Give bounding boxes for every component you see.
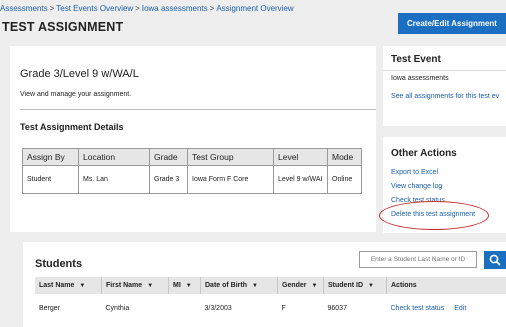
col-last-name[interactable]: Last Name ▼ — [35, 277, 102, 294]
col-label: Last Name — [39, 282, 75, 289]
col-grade: Grade — [149, 148, 188, 166]
create-edit-assignment-button[interactable]: Create/Edit Assignment — [398, 13, 506, 34]
cell-assign-by: Student — [22, 165, 79, 194]
col-actions: Actions — [386, 277, 506, 294]
col-mi[interactable]: MI ▼ — [168, 277, 201, 294]
search-button[interactable] — [484, 251, 506, 269]
col-label: First Name — [106, 282, 143, 289]
cell-last-name: Berger — [39, 304, 61, 312]
col-level: Level — [273, 148, 328, 166]
col-date-of-birth[interactable]: Date of Birth ▼ — [200, 277, 278, 294]
check-test-status-row-link[interactable]: Check test status — [391, 305, 445, 312]
col-label: Date of Birth — [205, 282, 247, 289]
page-title: TEST ASSIGNMENT — [2, 20, 124, 34]
divider — [20, 109, 376, 110]
breadcrumb-iowa-assessments[interactable]: Iowa assessments — [142, 4, 208, 13]
test-event-card: Test Event Iowa assessments See all assi… — [383, 46, 506, 126]
table-row: Berger Cynthia 3/3/2003 F 96037 Check te… — [35, 294, 506, 322]
col-first-name[interactable]: First Name ▼ — [101, 277, 169, 294]
assignment-card: Grade 3/Level 9 w/WA/L View and manage y… — [10, 46, 376, 232]
breadcrumb-assessments[interactable]: Assessments — [0, 4, 48, 13]
col-assign-by: Assign By — [22, 148, 79, 166]
student-search-input[interactable] — [359, 251, 477, 268]
assignment-description: View and manage your assignment. — [20, 91, 132, 98]
assignment-title: Grade 3/Level 9 w/WA/L — [20, 68, 139, 80]
col-label: Student ID — [328, 282, 363, 289]
sort-down-icon: ▼ — [147, 283, 154, 289]
table-row: Student Ms. Lan Grade 3 Iowa Form F Core… — [22, 165, 362, 194]
col-location: Location — [78, 148, 150, 166]
students-table: Last Name ▼ First Name ▼ MI ▼ Date of Birth… — [35, 277, 506, 322]
sort-down-icon: ▼ — [311, 283, 318, 289]
breadcrumb: Assessments > Test Events Overview > Iowa as… — [0, 4, 294, 13]
cell-location: Ms. Lan — [78, 165, 150, 194]
students-card: Students Last Name ▼ First Name ▼ MI ▼ Date… — [23, 242, 506, 327]
col-mode: Mode — [327, 148, 362, 166]
details-heading: Test Assignment Details — [20, 122, 124, 132]
assignment-details-table: Assign By Location Grade Test Group Leve… — [22, 148, 362, 194]
breadcrumb-separator: > — [135, 4, 140, 13]
breadcrumb-separator: > — [209, 4, 215, 13]
export-to-excel-link[interactable]: Export to Excel — [391, 169, 438, 176]
other-actions-list: Export to Excel View change log Check te… — [391, 169, 475, 225]
cell-mi — [169, 294, 201, 322]
search-icon — [489, 254, 501, 266]
cell-student-id: 96037 — [327, 304, 347, 312]
col-student-id[interactable]: Student ID ▼ — [323, 277, 387, 294]
divider — [383, 70, 506, 71]
sort-down-icon: ▼ — [185, 283, 192, 289]
col-gender[interactable]: Gender ▼ — [277, 277, 324, 294]
edit-row-link[interactable]: Edit — [454, 305, 466, 312]
sort-down-icon: ▼ — [79, 283, 86, 289]
col-test-group: Test Group — [187, 148, 274, 166]
cell-level: Level 9 w/WAI — [273, 165, 328, 194]
delete-test-assignment-link[interactable]: Delete this test assignment — [391, 211, 475, 218]
breadcrumb-test-events-overview[interactable]: Test Events Overview — [56, 4, 133, 13]
cell-test-group: Iowa Form F Core — [187, 165, 274, 194]
sort-down-icon: ▼ — [368, 283, 374, 289]
cell-first-name: Cynthia — [105, 304, 130, 312]
students-heading: Students — [35, 258, 83, 270]
other-actions-heading: Other Actions — [391, 148, 457, 159]
test-event-name: Iowa assessments — [391, 75, 449, 82]
col-label: Gender — [282, 282, 307, 289]
cell-grade: Grade 3 — [149, 165, 188, 194]
cell-date-of-birth: 3/3/2003 — [204, 304, 232, 312]
see-all-assignments-link[interactable]: See all assignments for this test ev — [391, 93, 499, 100]
cell-actions: Check test status Edit — [387, 294, 506, 322]
view-change-log-link[interactable]: View change log — [391, 183, 442, 190]
cell-mode: Online — [327, 165, 362, 194]
sort-down-icon: ▼ — [252, 283, 258, 289]
other-actions-card: Other Actions Export to Excel View chang… — [383, 137, 506, 233]
breadcrumb-separator: > — [49, 4, 55, 13]
test-event-heading: Test Event — [391, 54, 441, 65]
breadcrumb-assignment-overview[interactable]: Assignment Overview — [216, 4, 293, 13]
cell-gender: F — [281, 304, 286, 312]
col-label: MI — [173, 282, 181, 289]
check-test-status-link[interactable]: Check test status — [391, 197, 445, 204]
